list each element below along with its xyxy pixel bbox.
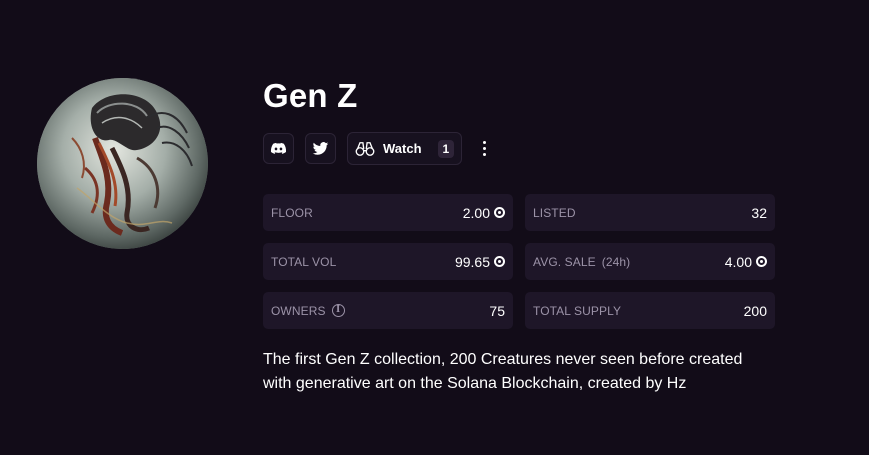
stat-avg-sale-label-wrap: AVG. SALE (24h)	[533, 255, 630, 269]
stat-total-supply: TOTAL SUPPLY 200	[525, 292, 775, 329]
discord-icon	[270, 142, 287, 154]
stat-total-supply-label: TOTAL SUPPLY	[533, 303, 622, 318]
collection-avatar	[37, 78, 208, 249]
stat-owners-value: 75	[489, 302, 505, 319]
stat-listed-value: 32	[751, 204, 767, 221]
stat-floor: FLOOR 2.00	[263, 194, 513, 231]
stat-listed-label: LISTED	[533, 205, 576, 220]
stat-owners-label-wrap: OWNERS i	[271, 304, 345, 318]
stat-floor-value: 2.00	[462, 204, 490, 221]
stat-floor-value-wrap: 2.00	[463, 205, 505, 221]
stat-total-vol: TOTAL VOL 99.65	[263, 243, 513, 280]
stat-total-vol-value: 99.65	[454, 253, 490, 270]
binoculars-icon	[355, 141, 375, 156]
stat-total-supply-value: 200	[743, 302, 767, 319]
twitter-icon	[312, 142, 329, 155]
collection-title: Gen Z	[263, 77, 358, 114]
stat-owners: OWNERS i 75	[263, 292, 513, 329]
more-options-button[interactable]	[477, 133, 491, 164]
sol-icon	[756, 256, 767, 267]
info-icon[interactable]: i	[331, 304, 345, 317]
stat-total-vol-value-wrap: 99.65	[455, 254, 505, 270]
stat-owners-label: OWNERS	[271, 303, 326, 318]
stats-grid: FLOOR 2.00 LISTED 32 TOTAL VOL 99.65 AVG…	[263, 194, 775, 329]
collection-description: The first Gen Z collection, 200 Creature…	[263, 348, 763, 396]
description-line: The first Gen Z collection, 200 Creature…	[263, 351, 743, 368]
stat-avg-sale-period: (24h)	[601, 254, 631, 269]
stat-listed: LISTED 32	[525, 194, 775, 231]
stat-total-vol-label: TOTAL VOL	[271, 254, 337, 269]
sol-icon	[494, 207, 505, 218]
social-row: Watch 1	[263, 132, 491, 165]
watch-button[interactable]: Watch 1	[347, 132, 463, 165]
stat-avg-sale-value-wrap: 4.00	[725, 254, 767, 270]
creature-artwork	[37, 78, 208, 249]
sol-icon	[494, 256, 505, 267]
stat-avg-sale: AVG. SALE (24h) 4.00	[525, 243, 775, 280]
discord-button[interactable]	[263, 133, 294, 164]
description-line: with generative art on the Solana Blockc…	[263, 375, 687, 392]
twitter-button[interactable]	[305, 133, 336, 164]
more-dot-icon	[482, 147, 486, 150]
watch-count-badge: 1	[437, 139, 455, 158]
more-dot-icon	[482, 153, 486, 156]
stat-avg-sale-label: AVG. SALE	[533, 254, 596, 269]
watch-label: Watch	[383, 141, 422, 156]
more-dot-icon	[482, 141, 486, 144]
stat-avg-sale-value: 4.00	[724, 253, 752, 270]
stat-floor-label: FLOOR	[271, 205, 313, 220]
